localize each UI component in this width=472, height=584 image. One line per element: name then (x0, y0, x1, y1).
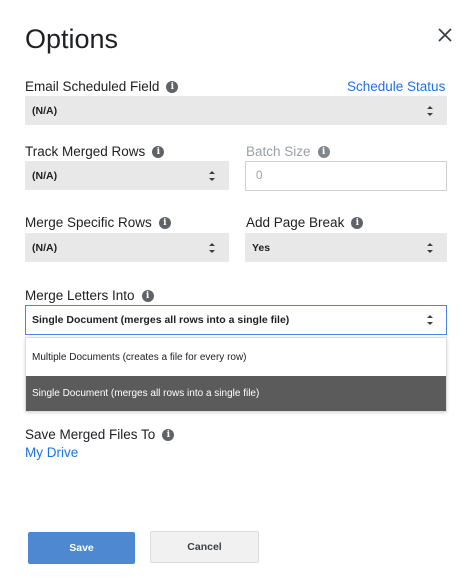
save-merged-files-label: Save Merged Files To i (25, 427, 175, 442)
info-icon[interactable]: i (158, 216, 171, 229)
dropdown-option-multiple-documents[interactable]: Multiple Documents (creates a file for e… (26, 340, 446, 375)
merge-specific-rows-select[interactable]: (N/A) (25, 233, 229, 262)
my-drive-link[interactable]: My Drive (25, 445, 78, 460)
schedule-status-link[interactable]: Schedule Status (347, 79, 445, 94)
updown-arrows-icon (209, 243, 215, 253)
add-page-break-label: Add Page Break i (246, 215, 364, 230)
save-button[interactable]: Save (28, 532, 135, 564)
close-icon[interactable] (434, 24, 456, 46)
updown-arrows-icon (427, 243, 433, 253)
info-icon[interactable]: i (152, 145, 165, 158)
batch-size-input[interactable]: 0 (245, 161, 447, 191)
cancel-button[interactable]: Cancel (150, 531, 259, 563)
add-page-break-select[interactable]: Yes (245, 233, 447, 262)
info-icon[interactable]: i (351, 216, 364, 229)
email-scheduled-field-label: Email Scheduled Field i (25, 79, 179, 94)
info-icon[interactable]: i (162, 428, 175, 441)
merge-specific-rows-label: Merge Specific Rows i (25, 215, 171, 230)
merge-letters-into-dropdown: Multiple Documents (creates a file for e… (25, 337, 447, 412)
updown-arrows-icon (427, 315, 433, 325)
merge-letters-into-label: Merge Letters Into i (25, 288, 154, 303)
track-merged-rows-select[interactable]: (N/A) (25, 161, 229, 190)
info-icon[interactable]: i (317, 145, 330, 158)
info-icon[interactable]: i (141, 289, 154, 302)
batch-size-label: Batch Size i (246, 144, 330, 159)
info-icon[interactable]: i (166, 80, 179, 93)
dropdown-option-single-document[interactable]: Single Document (merges all rows into a … (26, 376, 446, 411)
email-scheduled-field-select[interactable]: (N/A) (25, 96, 447, 125)
track-merged-rows-label: Track Merged Rows i (25, 144, 165, 159)
merge-letters-into-select[interactable]: Single Document (merges all rows into a … (25, 305, 447, 335)
dialog-title: Options (25, 24, 119, 54)
updown-arrows-icon (209, 171, 215, 181)
updown-arrows-icon (427, 106, 433, 116)
